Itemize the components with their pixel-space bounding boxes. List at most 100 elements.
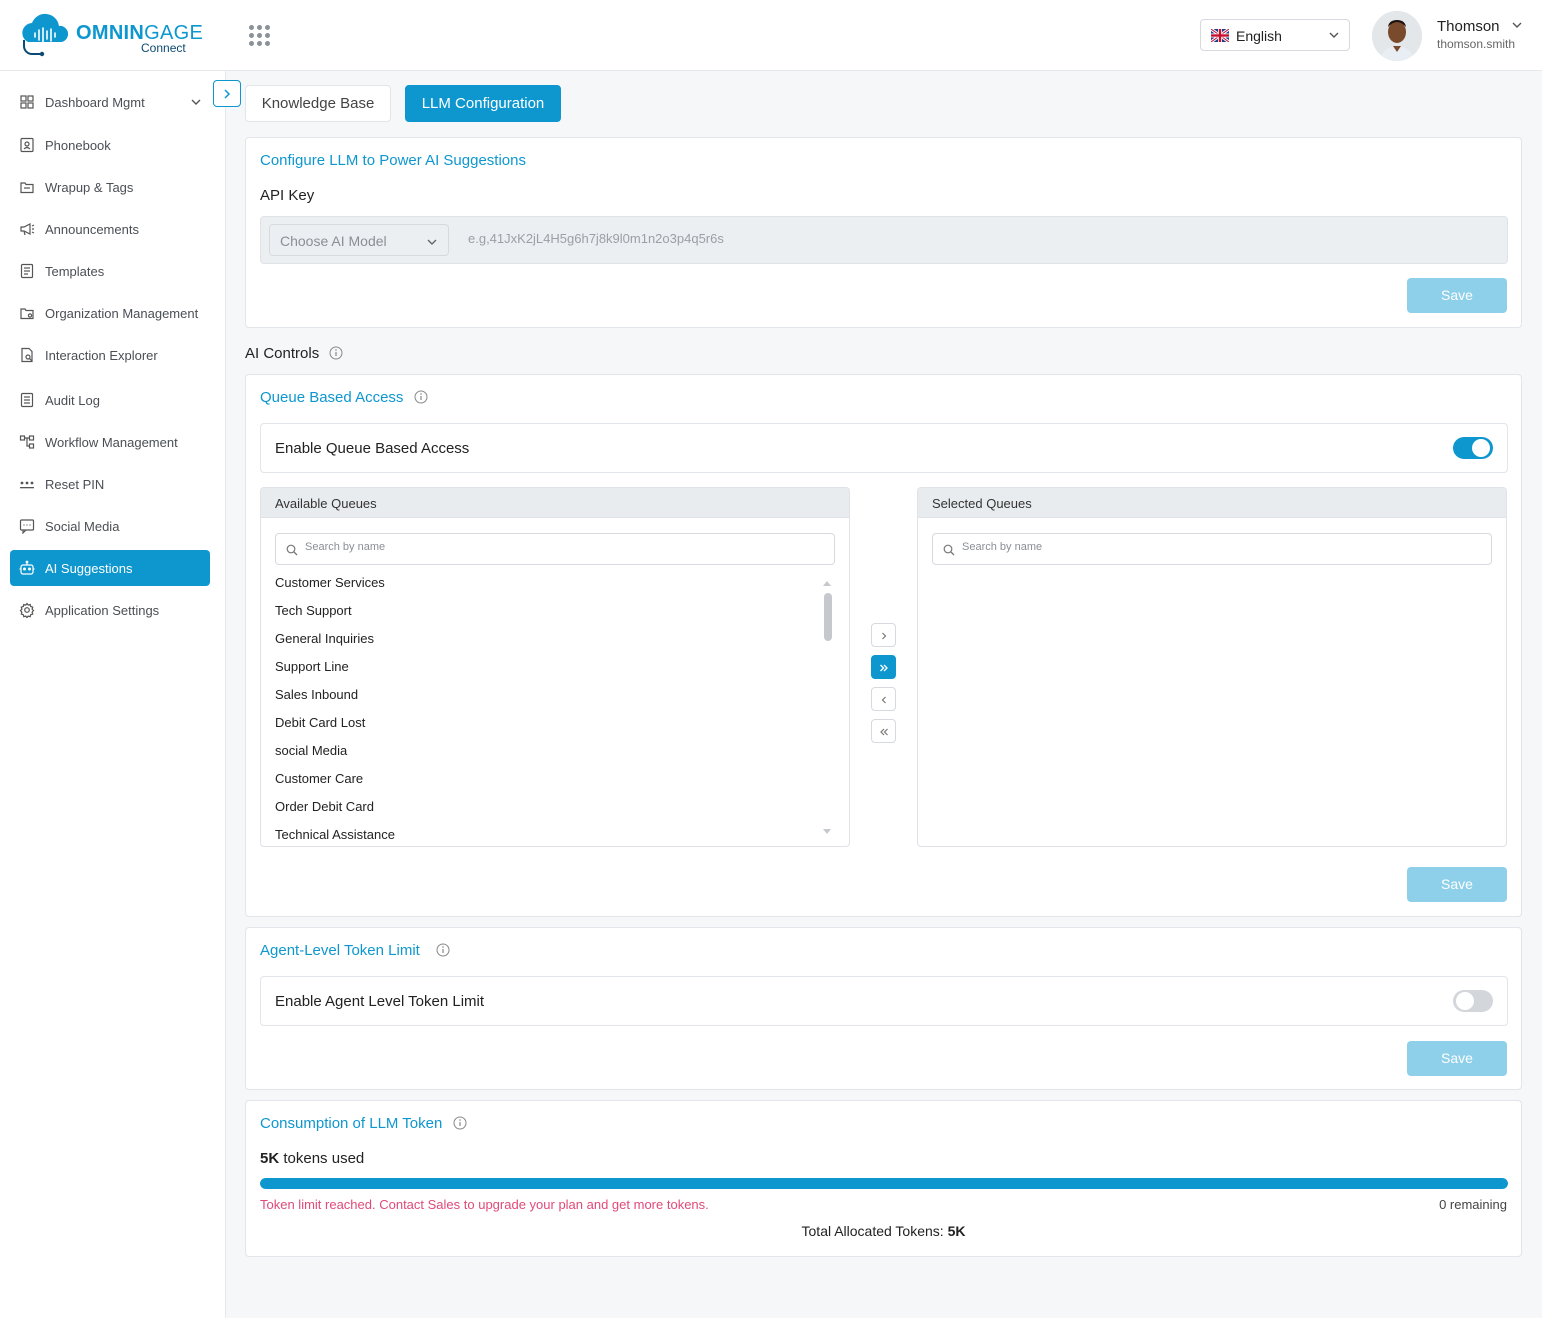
list-icon (20, 392, 34, 408)
token-limit-toggle-row: Enable Agent Level Token Limit (260, 976, 1508, 1026)
folder-icon (20, 182, 34, 194)
sidebar-item-audit-log[interactable]: Audit Log (10, 382, 210, 418)
double-chevron-right-icon (880, 664, 888, 672)
file-search-icon (21, 347, 33, 363)
token-usage-progress-bar (260, 1178, 1508, 1189)
queue-access-title: Queue Based Access (260, 389, 428, 406)
consumption-card: Consumption of LLM Token 5K tokens used … (245, 1100, 1522, 1257)
save-queue-access-button[interactable]: Save (1407, 867, 1507, 902)
list-item[interactable]: social Media (275, 743, 347, 758)
token-limit-switch[interactable] (1453, 990, 1493, 1012)
consumption-title: Consumption of LLM Token (260, 1115, 467, 1132)
sidebar-item-interaction-explorer[interactable]: Interaction Explorer (10, 337, 210, 373)
sidebar-item-phonebook[interactable]: Phonebook (10, 127, 210, 163)
available-queues-search-input[interactable] (305, 541, 805, 553)
sidebar-item-social-media[interactable]: Social Media (10, 508, 210, 544)
gear-icon (19, 602, 35, 618)
save-llm-config-button[interactable]: Save (1407, 278, 1507, 313)
info-icon[interactable] (329, 346, 343, 360)
scroll-up-arrow-icon[interactable] (822, 579, 832, 587)
queue-access-card: Queue Based Access Enable Queue Based Ac… (245, 374, 1522, 917)
move-left-button[interactable] (871, 687, 896, 711)
scrollbar-thumb[interactable] (824, 593, 832, 641)
api-key-input[interactable]: e.g,41JxK2jL4H5g6h7j8k9l0m1n2o3p4q5r6s (468, 231, 724, 246)
list-item[interactable]: Customer Care (275, 771, 363, 786)
sidebar-item-label: Reset PIN (45, 477, 105, 492)
sidebar-item-application-settings[interactable]: Application Settings (10, 592, 210, 628)
brand-logo[interactable]: OMNINGAGE Connect (18, 12, 203, 58)
move-all-right-button[interactable] (871, 655, 896, 679)
sidebar-item-announcements[interactable]: Announcements (10, 211, 210, 247)
phonebook-icon (20, 137, 34, 153)
selected-queues-search[interactable] (932, 533, 1492, 565)
available-queues-search[interactable] (275, 533, 835, 565)
language-select[interactable]: English (1200, 19, 1350, 51)
top-header: OMNINGAGE Connect English Thomson thomso… (0, 0, 1542, 71)
sidebar-item-label: AI Suggestions (45, 561, 133, 576)
list-item[interactable]: Debit Card Lost (275, 715, 365, 730)
api-key-label: API Key (260, 187, 315, 204)
list-item[interactable]: Order Debit Card (275, 799, 374, 814)
list-item[interactable]: Customer Services (275, 575, 385, 590)
list-item[interactable]: Technical Assistance (275, 827, 395, 842)
tab-knowledge-base[interactable]: Knowledge Base (245, 85, 391, 122)
list-item[interactable]: Support Line (275, 659, 349, 674)
token-limit-title: Agent-Level Token Limit (260, 942, 450, 959)
workflow-icon (19, 435, 35, 449)
search-icon (286, 544, 298, 556)
avatar-image (1372, 11, 1422, 61)
user-name[interactable]: Thomson (1437, 18, 1500, 35)
megaphone-icon (20, 223, 35, 236)
llm-config-title: Configure LLM to Power AI Suggestions (260, 152, 526, 169)
sidebar-item-label: Audit Log (45, 393, 100, 408)
move-all-left-button[interactable] (871, 719, 896, 743)
list-item[interactable]: Sales Inbound (275, 687, 358, 702)
sidebar-item-workflow-management[interactable]: Workflow Management (10, 424, 210, 460)
chevron-down-icon (1329, 32, 1339, 38)
chat-icon (19, 519, 35, 534)
chevron-down-icon (191, 99, 201, 105)
tab-llm-configuration[interactable]: LLM Configuration (405, 85, 561, 122)
sidebar-item-label: Organization Management (45, 306, 199, 321)
sidebar-toggle-button[interactable] (213, 80, 241, 107)
sidebar-item-label: Application Settings (45, 603, 160, 618)
available-queues-panel: Available Queues Customer Services Tech … (260, 487, 850, 847)
sidebar-item-label: Announcements (45, 222, 139, 237)
chevron-down-icon[interactable] (1511, 19, 1523, 31)
tokens-used-text: 5K tokens used (260, 1150, 365, 1167)
document-icon (20, 263, 34, 279)
cloud-headset-icon (22, 13, 69, 57)
queue-access-switch[interactable] (1453, 437, 1493, 459)
chevron-down-icon (427, 239, 437, 245)
sidebar-item-label: Dashboard Mgmt (45, 95, 145, 110)
info-icon[interactable] (414, 390, 428, 404)
list-item[interactable]: Tech Support (275, 603, 352, 618)
sidebar-item-label: Templates (45, 264, 105, 279)
sidebar-item-reset-pin[interactable]: Reset PIN (10, 466, 210, 502)
token-limit-card: Agent-Level Token Limit Enable Agent Lev… (245, 927, 1522, 1090)
app-grid-icon[interactable] (249, 25, 271, 47)
double-chevron-left-icon (880, 728, 888, 736)
user-avatar[interactable] (1372, 11, 1422, 61)
list-item[interactable]: General Inquiries (275, 631, 374, 646)
sidebar-item-dashboard-mgmt[interactable]: Dashboard Mgmt (10, 84, 210, 120)
save-token-limit-button[interactable]: Save (1407, 1041, 1507, 1076)
chevron-right-icon (882, 632, 887, 640)
token-limit-toggle-label: Enable Agent Level Token Limit (275, 993, 485, 1010)
queue-access-toggle-row: Enable Queue Based Access (260, 423, 1508, 473)
ai-model-placeholder: Choose AI Model (280, 233, 387, 249)
sidebar-item-templates[interactable]: Templates (10, 253, 210, 289)
scroll-down-arrow-icon[interactable] (822, 828, 832, 836)
pin-dots-icon (20, 481, 34, 489)
sidebar-item-wrapup-tags[interactable]: Wrapup & Tags (10, 169, 210, 205)
info-icon[interactable] (436, 943, 450, 957)
move-right-button[interactable] (871, 623, 896, 647)
selected-queues-search-input[interactable] (962, 541, 1462, 553)
info-icon[interactable] (453, 1116, 467, 1130)
sidebar-item-label: Phonebook (45, 138, 111, 153)
dashboard-grid-icon (20, 95, 34, 109)
sidebar-item-organization-management[interactable]: Organization Management (10, 295, 210, 331)
user-handle: thomson.smith (1437, 37, 1516, 51)
ai-model-select[interactable]: Choose AI Model (269, 224, 449, 256)
sidebar-item-ai-suggestions[interactable]: AI Suggestions (10, 550, 210, 586)
